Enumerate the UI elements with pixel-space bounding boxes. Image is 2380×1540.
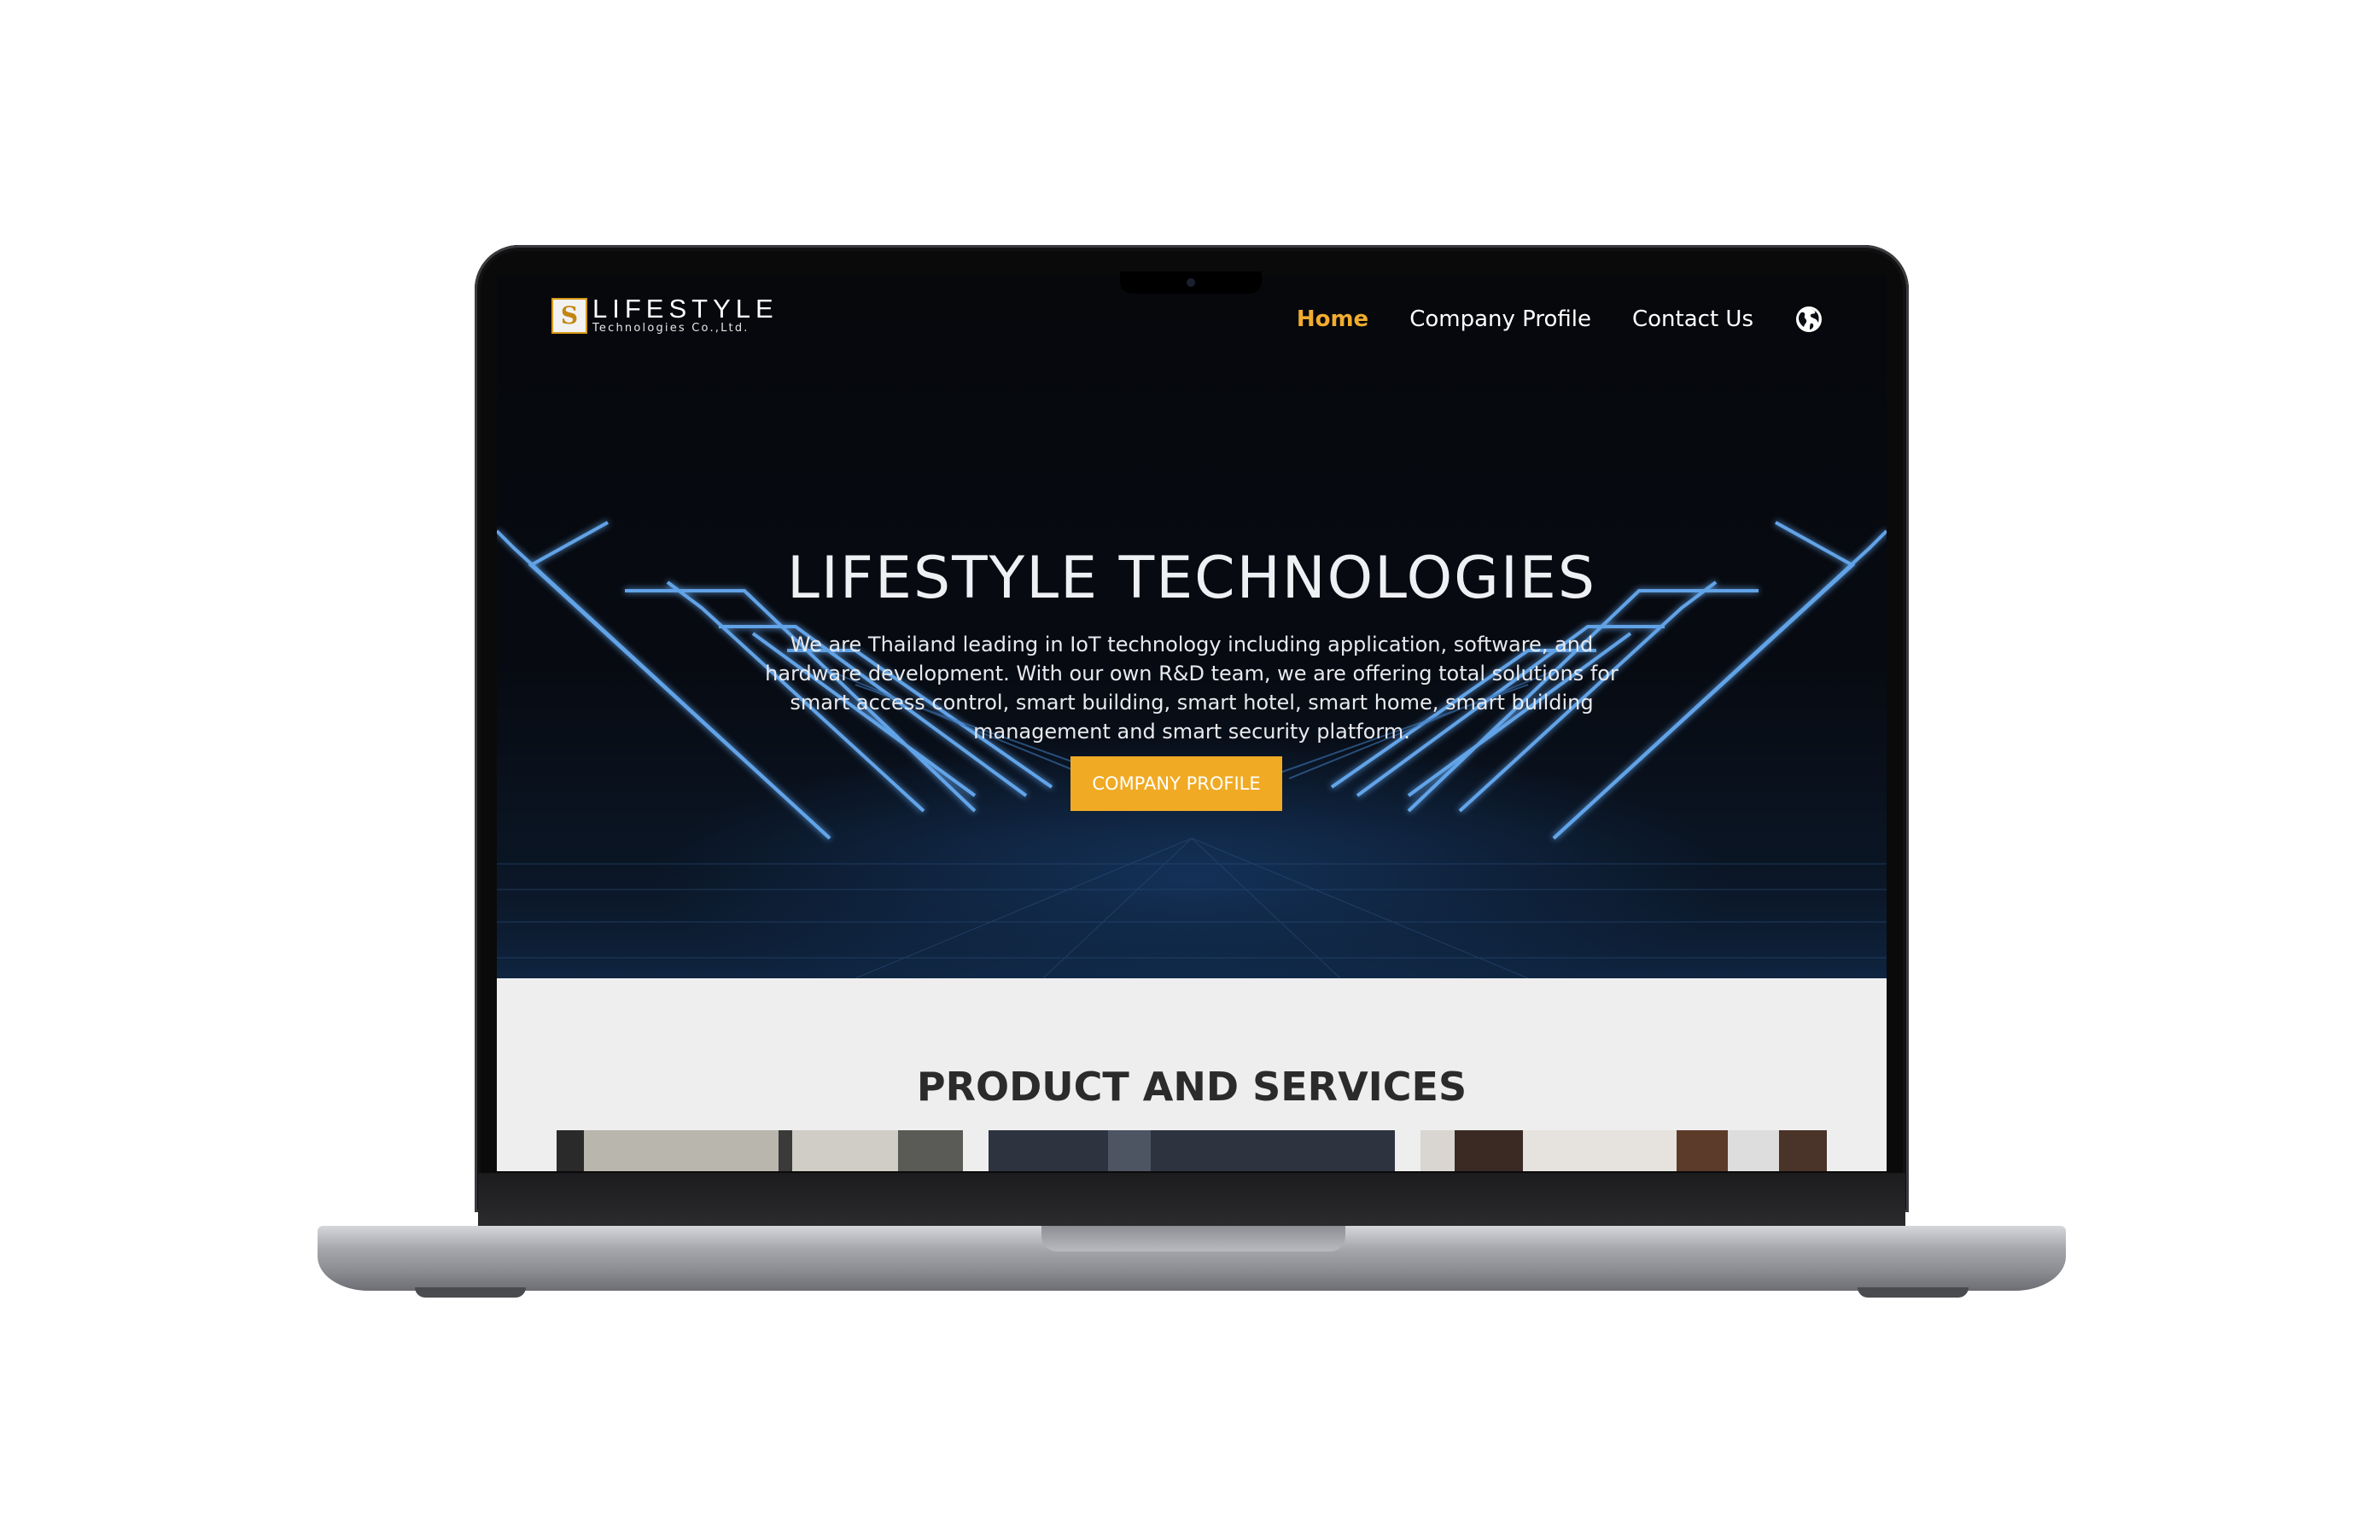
- hero-title: LIFESTYLE TECHNOLOGIES: [786, 544, 1597, 612]
- product-card-image[interactable]: [1420, 1130, 1827, 1171]
- nav-link-company-profile[interactable]: Company Profile: [1409, 306, 1591, 332]
- products-title: PRODUCT AND SERVICES: [916, 1064, 1467, 1111]
- company-logo[interactable]: S LIFESTYLE Technologies Co.,Ltd.: [551, 295, 779, 335]
- products-section: PRODUCT AND SERVICES: [497, 978, 1887, 1171]
- camera-notch: [1120, 271, 1262, 294]
- logo-text: LIFESTYLE Technologies Co.,Ltd.: [592, 295, 779, 335]
- hero-section: S LIFESTYLE Technologies Co.,Ltd. Home C…: [497, 275, 1887, 978]
- main-navigation: Home Company Profile Contact Us: [1297, 302, 1887, 336]
- nav-link-home[interactable]: Home: [1297, 306, 1368, 332]
- logo-title: LIFESTYLE: [592, 294, 779, 324]
- company-profile-button[interactable]: COMPANY PROFILE: [1070, 756, 1282, 811]
- hero-description: We are Thailand leading in IoT technolog…: [765, 633, 1619, 744]
- neon-lines-graphic: [497, 521, 1887, 978]
- laptop-chin: [478, 1173, 1905, 1229]
- browser-screen: S LIFESTYLE Technologies Co.,Ltd. Home C…: [497, 275, 1887, 1171]
- nav-link-contact-us[interactable]: Contact Us: [1632, 306, 1753, 332]
- product-card-image[interactable]: [989, 1130, 1395, 1171]
- logo-subtitle: Technologies Co.,Ltd.: [592, 322, 750, 335]
- laptop-foot-right: [1858, 1287, 1969, 1298]
- logo-mark: S: [551, 297, 587, 334]
- globe-icon[interactable]: [1794, 305, 1823, 334]
- laptop-foot-left: [415, 1287, 526, 1298]
- laptop-base-notch: [1041, 1226, 1345, 1251]
- product-card-image[interactable]: [557, 1130, 963, 1171]
- camera-icon: [1187, 278, 1195, 287]
